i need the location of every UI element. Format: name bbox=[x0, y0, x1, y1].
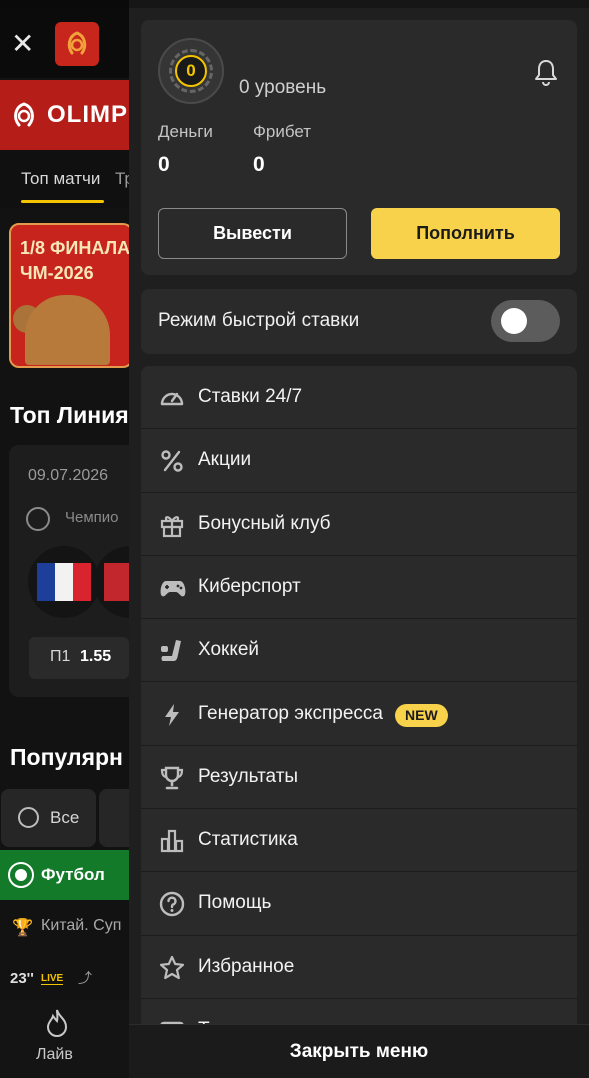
menu-item-label: Акции bbox=[198, 449, 252, 471]
live-badge: LIVE bbox=[41, 973, 64, 985]
france-flag-icon bbox=[37, 563, 91, 601]
drawer-top-edge bbox=[129, 0, 589, 8]
menu-item-hockey[interactable]: Хоккей bbox=[141, 619, 577, 683]
chip-all-label: Все bbox=[50, 808, 80, 827]
quick-bet-card: Режим быстрой ставки bbox=[141, 289, 577, 354]
active-tab-indicator bbox=[21, 200, 104, 203]
menu-list: Ставки 24/7 Акции Бонусный клуб Киберспорт Х… bbox=[141, 366, 577, 1078]
trend-icon: ⤴ bbox=[78, 971, 92, 987]
deposit-button[interactable]: Пополнить bbox=[371, 208, 560, 259]
quick-bet-label: Режим быстрой ставки bbox=[158, 310, 360, 331]
money-label: Деньги bbox=[158, 122, 213, 141]
menu-item-label: Помощь bbox=[198, 892, 272, 914]
close-menu-button[interactable]: Закрыть меню bbox=[129, 1024, 589, 1078]
star-icon bbox=[158, 954, 186, 982]
menu-item-label: Хоккей bbox=[198, 639, 260, 661]
menu-item-help[interactable]: Помощь bbox=[141, 872, 577, 936]
menu-item-label: Генератор экспресса bbox=[198, 702, 383, 724]
sport-football-label: Футбол bbox=[41, 865, 105, 884]
lightning-icon bbox=[158, 701, 186, 729]
brand-logo-icon[interactable] bbox=[55, 22, 99, 66]
chip-all[interactable] bbox=[1, 789, 96, 847]
toggle-knob bbox=[501, 308, 527, 334]
promo-figure-image bbox=[25, 295, 110, 365]
odd-button[interactable] bbox=[29, 637, 129, 679]
popular-title: Популярн bbox=[10, 744, 123, 770]
odd-label: П1 bbox=[50, 648, 71, 665]
live-minute: 23'' bbox=[10, 970, 34, 987]
level-badge[interactable]: 0 bbox=[158, 38, 224, 104]
menu-item-label: Результаты bbox=[198, 765, 299, 787]
match-date: 09.07.2026 bbox=[28, 467, 109, 484]
menu-item-label: Киберспорт bbox=[198, 575, 301, 597]
trophy-icon: 🏆 bbox=[12, 918, 34, 938]
top-line-title: Топ Линия bbox=[10, 402, 129, 428]
menu-item-label: Бонусный клуб bbox=[198, 512, 331, 534]
profile-card: 0 0 уровень Деньги 0 Фрибет 0 Вывести По… bbox=[141, 20, 577, 275]
menu-item-speedometer[interactable]: Ставки 24/7 bbox=[141, 366, 577, 430]
bottom-tab-live[interactable]: Лайв bbox=[36, 1046, 73, 1064]
menu-item-trophy[interactable]: Результаты bbox=[141, 746, 577, 810]
menu-item-label: Избранное bbox=[198, 955, 295, 977]
odd-value: 1.55 bbox=[80, 648, 112, 665]
football-icon bbox=[26, 507, 50, 531]
level-number: 0 bbox=[175, 55, 207, 87]
percent-icon bbox=[158, 447, 186, 475]
promo-title-line2: ЧМ-2026 bbox=[20, 263, 94, 283]
match-league: Чемпио bbox=[65, 509, 119, 526]
withdraw-button[interactable]: Вывести bbox=[158, 208, 347, 259]
menu-item-label: Статистика bbox=[198, 829, 298, 851]
menu-item-gift[interactable]: Бонусный клуб bbox=[141, 493, 577, 556]
freebet-value: 0 bbox=[253, 153, 265, 176]
flame-icon bbox=[44, 1008, 70, 1043]
level-text[interactable]: 0 уровень bbox=[239, 77, 326, 99]
promo-title-line1: 1/8 ФИНАЛА bbox=[20, 238, 131, 258]
gamepad-icon bbox=[158, 574, 186, 602]
menu-item-bar-chart[interactable]: Статистика bbox=[141, 809, 577, 873]
bar-chart-icon bbox=[158, 827, 186, 855]
tab-top-matches[interactable]: Топ матчи bbox=[21, 169, 100, 189]
side-menu-drawer: 0 0 уровень Деньги 0 Фрибет 0 Вывести По… bbox=[129, 0, 589, 1078]
gift-icon bbox=[158, 511, 186, 539]
bell-icon[interactable] bbox=[534, 58, 558, 91]
close-icon[interactable]: ✕ bbox=[11, 30, 34, 58]
speedometer-icon bbox=[158, 384, 186, 412]
menu-item-lightning[interactable]: Генератор экспресса NEW bbox=[141, 683, 577, 746]
quick-bet-toggle[interactable] bbox=[491, 300, 560, 342]
globe-icon bbox=[18, 807, 39, 828]
help-icon bbox=[158, 890, 186, 918]
menu-item-percent[interactable]: Акции bbox=[141, 429, 577, 493]
money-value: 0 bbox=[158, 153, 170, 176]
brand-name: OLIMP bbox=[47, 101, 128, 128]
trophy-icon bbox=[158, 764, 186, 792]
menu-item-star[interactable]: Избранное bbox=[141, 936, 577, 999]
soccer-ball-icon bbox=[8, 862, 34, 888]
menu-item-gamepad[interactable]: Киберспорт bbox=[141, 556, 577, 620]
freebet-label: Фрибет bbox=[253, 122, 312, 141]
league-row-label[interactable]: Китай. Суп bbox=[41, 917, 121, 935]
menu-item-label: Ставки 24/7 bbox=[198, 386, 303, 407]
new-badge: NEW bbox=[395, 703, 448, 727]
hockey-icon bbox=[158, 637, 186, 665]
